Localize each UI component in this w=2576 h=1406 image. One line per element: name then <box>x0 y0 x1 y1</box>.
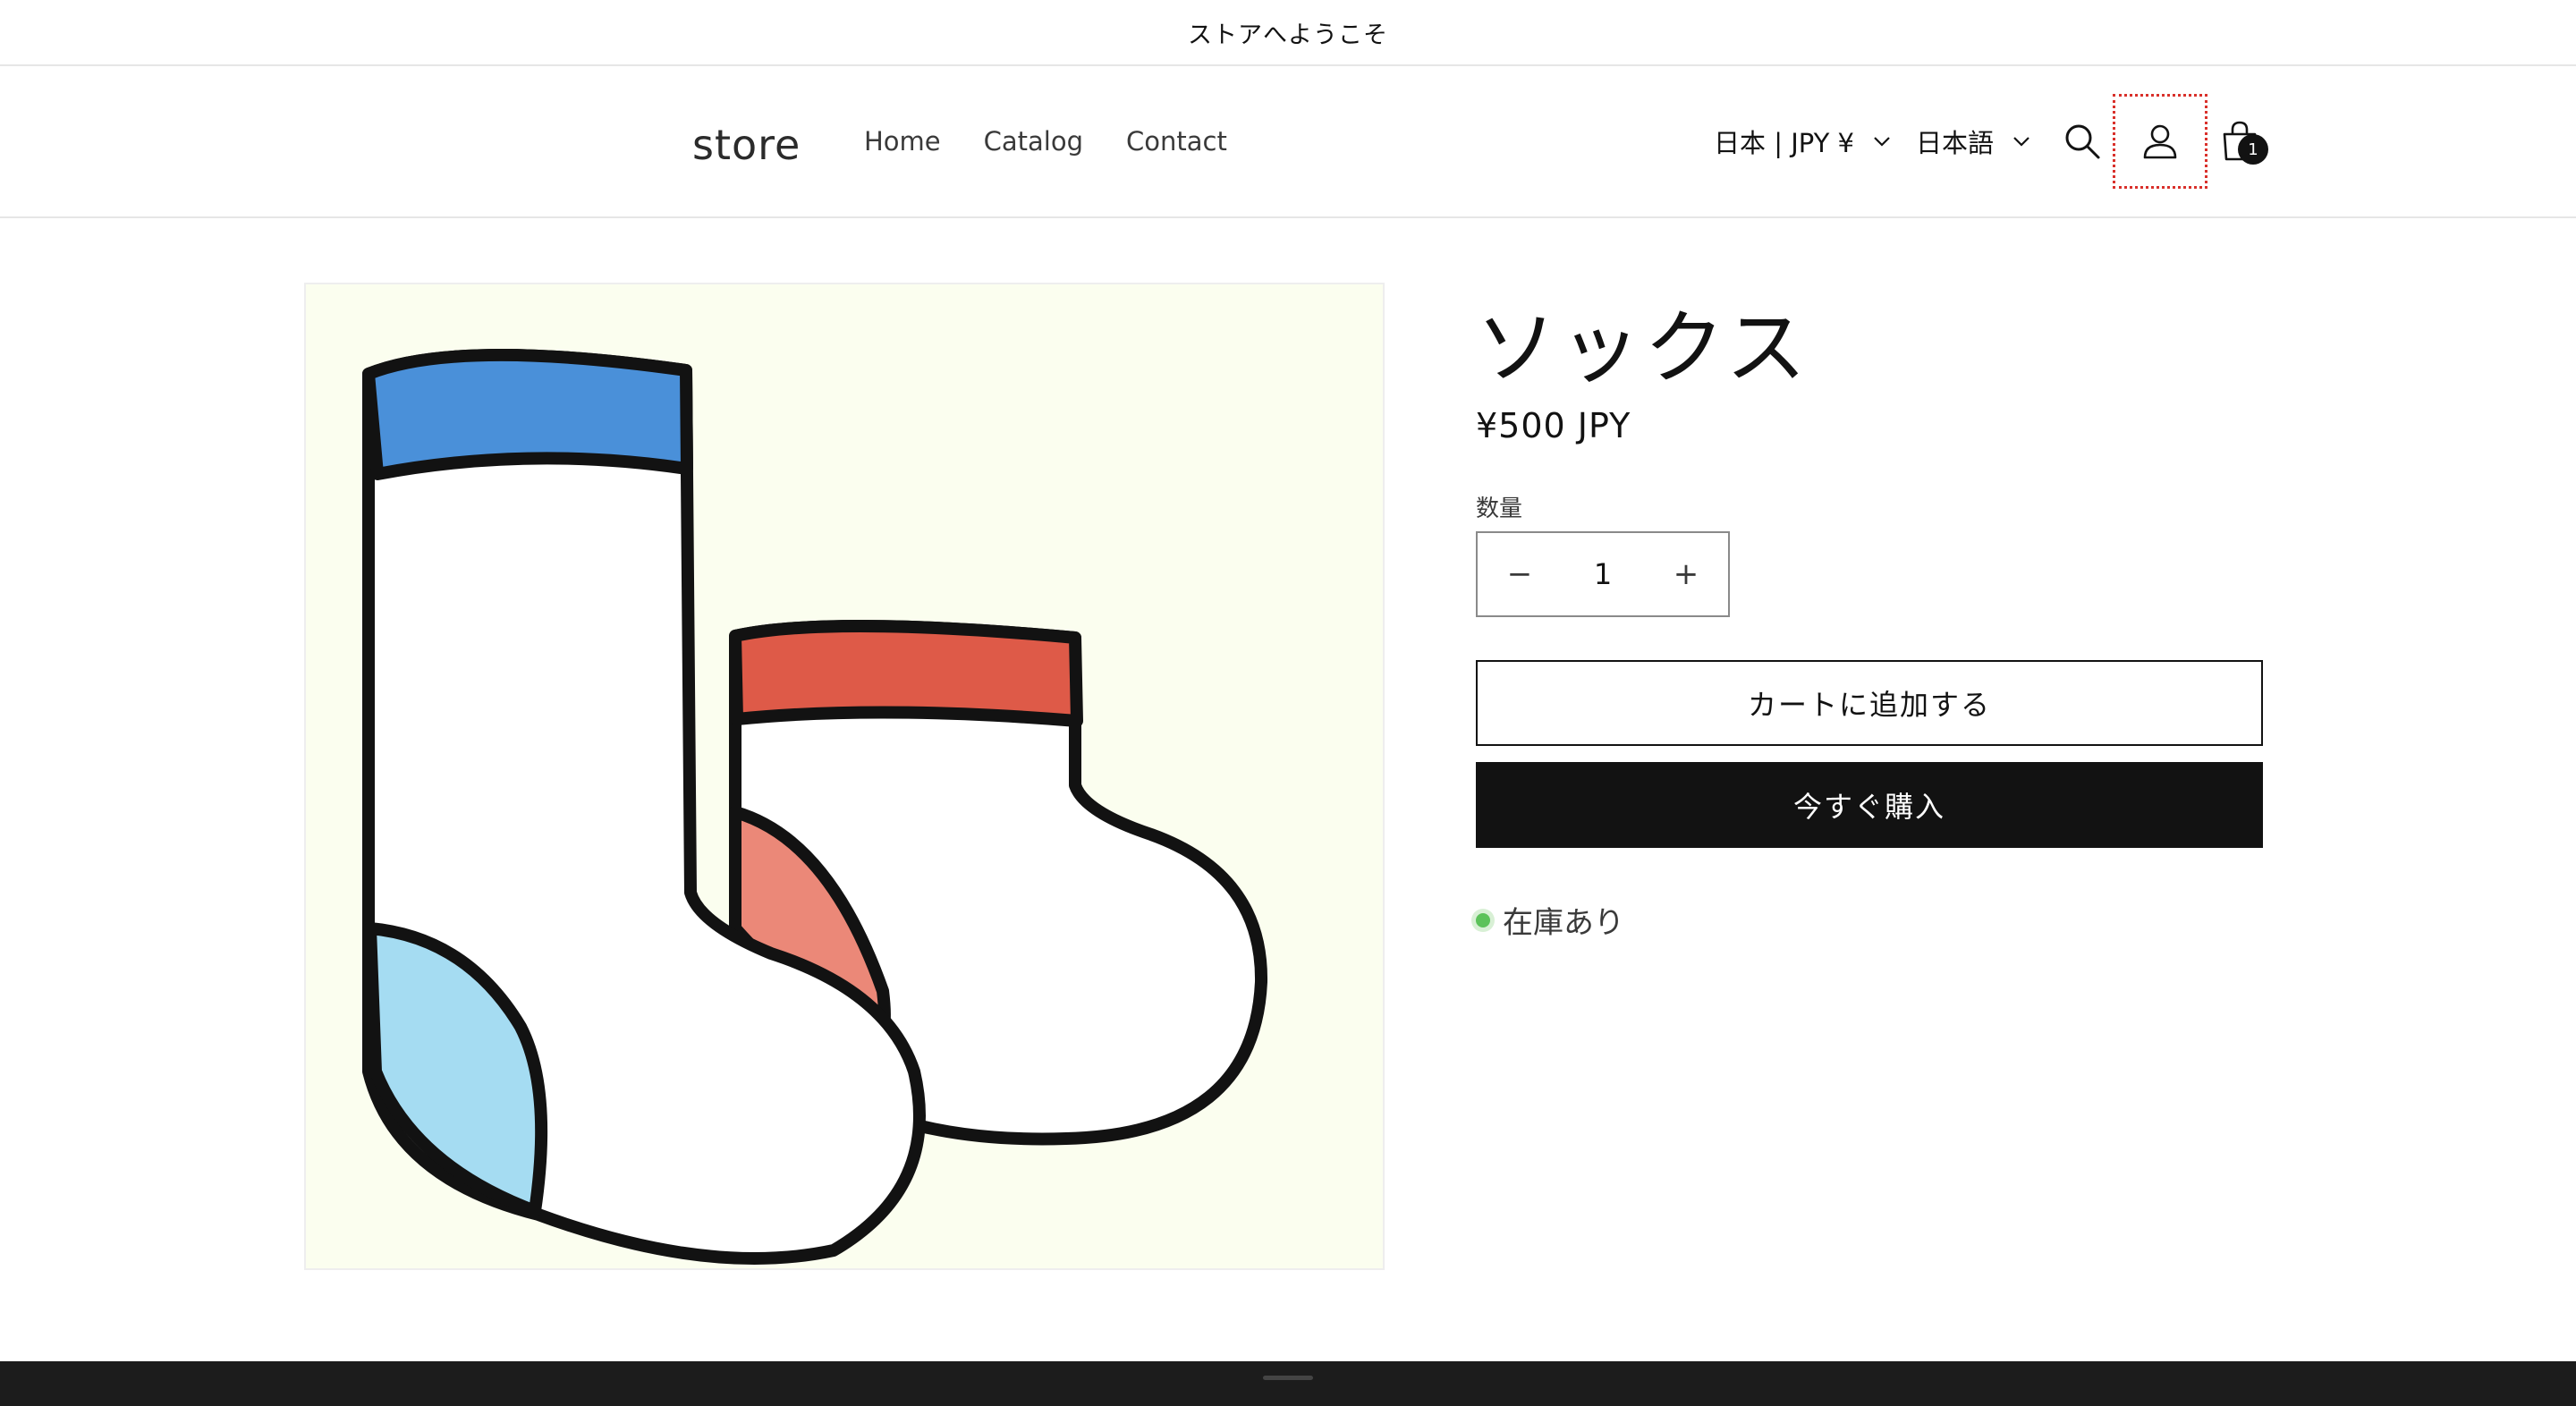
language-selector-label: 日本語 <box>1916 128 1995 158</box>
cart-count-badge: 1 <box>2238 134 2268 165</box>
announcement-text: ストアへようこそ <box>1188 21 1388 49</box>
announcement-bar: ストアへようこそ <box>0 0 2576 66</box>
socks-illustration <box>306 284 1383 1268</box>
search-button[interactable] <box>2038 97 2127 186</box>
country-selector-label: 日本 | JPY ¥ <box>1714 128 1854 158</box>
quantity-decrement-button[interactable]: − <box>1478 533 1562 615</box>
product-price: ¥500 JPY <box>1476 406 1631 445</box>
language-selector[interactable]: 日本語 <box>1916 66 2031 216</box>
stock-status-label: 在庫あり <box>1503 905 1624 941</box>
store-logo[interactable]: store <box>692 66 801 216</box>
nav-catalog[interactable]: Catalog <box>984 126 1083 157</box>
product-image[interactable] <box>304 283 1385 1270</box>
in-stock-dot-icon <box>1476 912 1490 927</box>
quantity-label: 数量 <box>1476 495 1523 522</box>
buy-now-button[interactable]: 今すぐ購入 <box>1476 762 2263 848</box>
site-header: store Home Catalog Contact 日本 | JPY ¥ 日本… <box>0 66 2576 218</box>
add-to-cart-button[interactable]: カートに追加する <box>1476 660 2263 746</box>
main-nav: Home Catalog Contact <box>864 66 1270 216</box>
quantity-input[interactable]: 1 <box>1562 557 1644 591</box>
quantity-increment-button[interactable]: + <box>1644 533 1728 615</box>
chevron-down-icon <box>1874 137 1890 147</box>
nav-home[interactable]: Home <box>864 126 941 157</box>
stock-status: 在庫あり <box>1476 898 1624 942</box>
nav-contact[interactable]: Contact <box>1126 126 1227 157</box>
product-title: ソックス <box>1476 301 1810 395</box>
drag-handle[interactable] <box>1263 1376 1313 1380</box>
search-icon <box>2065 124 2100 159</box>
footer-bar <box>0 1361 2576 1406</box>
country-selector[interactable]: 日本 | JPY ¥ <box>1714 66 1892 216</box>
account-icon <box>2143 124 2177 159</box>
account-button[interactable] <box>2113 94 2207 189</box>
chevron-down-icon <box>2013 137 2029 147</box>
quantity-stepper: − 1 + <box>1476 531 1730 617</box>
